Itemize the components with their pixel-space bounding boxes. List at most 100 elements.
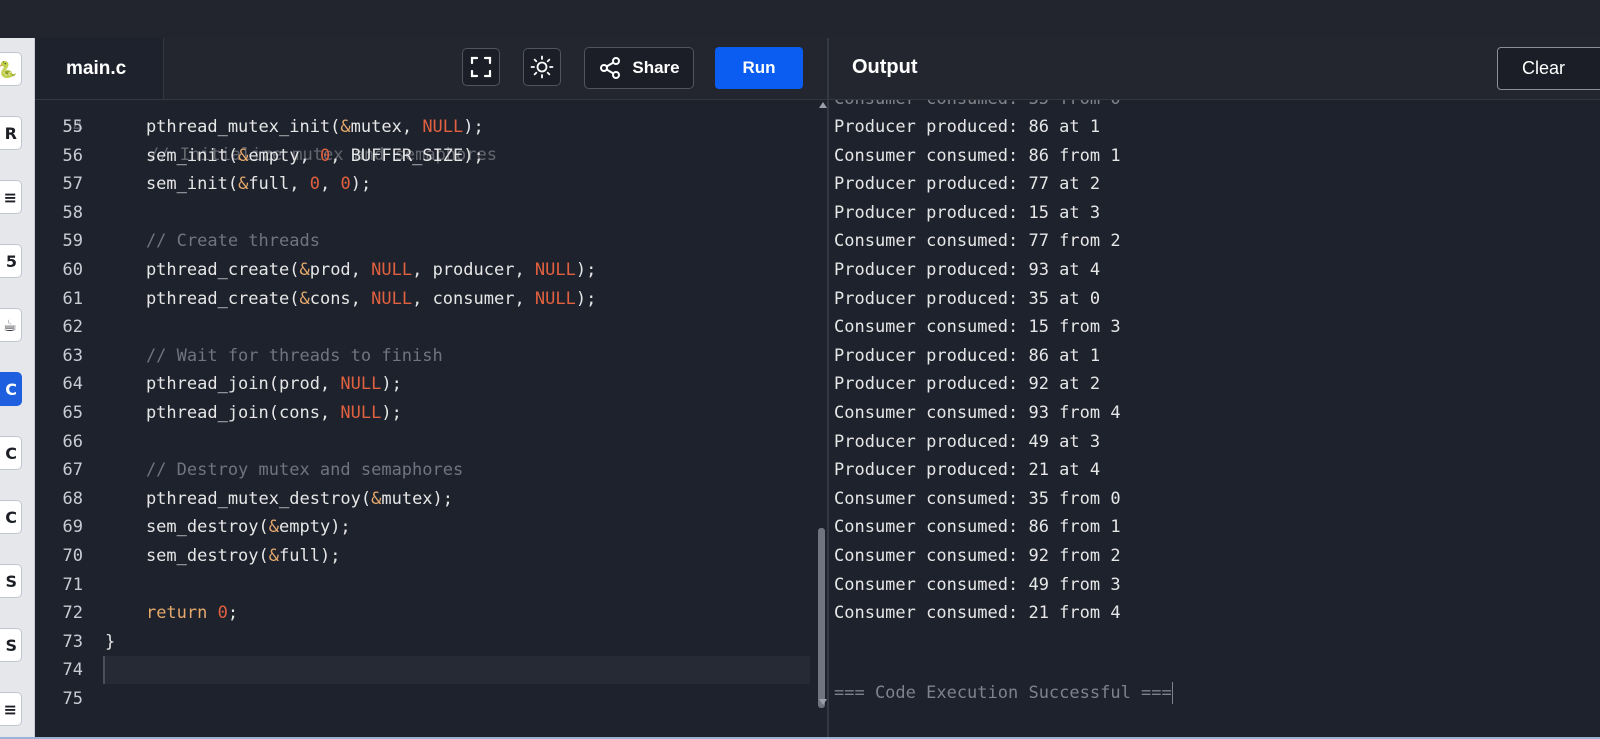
code-token: empty); [279,517,351,538]
code-token: full, [248,174,310,195]
code-token: & [371,488,382,509]
code-line: 64 pthread_join(prod, NULL); [35,370,817,398]
code-token: & [299,260,310,280]
share-icon [600,57,621,79]
code-token: , [319,174,341,195]
code-token: ; [227,603,239,624]
code-line: 74 [35,656,817,685]
js-lang-icon[interactable]: S [0,564,22,598]
share-button[interactable]: Share [584,47,694,89]
code-line: 73} [35,628,817,656]
python-lang-icon[interactable]: 🐍 [0,52,22,86]
code-token: ); [575,260,597,280]
code-editor[interactable]: 54 // Initialize mutex and semaphores 55… [35,100,817,739]
code-token: 0 [309,174,320,195]
code-text: pthread_mutex_destroy(&mutex); [105,485,453,513]
text-caret [1171,682,1173,704]
code-token: & [340,117,351,137]
code-text: pthread_join(cons, NULL); [105,399,402,427]
code-line: 57 sem_init(&full, 0, 0); [35,170,817,198]
line-number: 56 [62,145,83,166]
php-lang-icon[interactable]: ≡ [0,692,22,726]
code-token: ); [381,403,402,423]
editor-scrollbar-thumb[interactable] [818,528,825,708]
line-number: 72 [62,603,83,624]
line-number: 59 [62,231,83,252]
output-line: Producer produced: 86 at 1 [834,345,1101,366]
code-line: 59 // Create threads [35,227,817,255]
window-top-bar [0,0,1600,38]
theme-toggle-button[interactable] [523,48,561,86]
r-lang-icon[interactable]: R [0,116,22,150]
output-line: Producer produced: 93 at 4 [834,260,1101,280]
c-lang-icon[interactable]: C [0,372,22,406]
code-token: & [268,517,280,538]
run-button[interactable]: Run [715,47,803,89]
code-line: 68 pthread_mutex_destroy(&mutex); [35,485,817,513]
line-number: 71 [62,574,83,595]
code-line: 55 pthread_mutex_init(&mutex, NULL); [35,113,817,141]
line-number: 66 [62,431,83,452]
scroll-up-arrow-icon[interactable] [819,102,827,108]
code-token: } [105,631,116,652]
clear-button[interactable]: Clear [1497,47,1600,90]
code-token: & [299,288,310,309]
scroll-down-arrow-icon[interactable] [819,699,827,705]
code-line-partial: 54 // Initialize mutex and semaphores [35,100,817,165]
code-text: // Destroy mutex and semaphores [105,456,463,484]
output-line: Consumer consumed: 86 from 1 [834,145,1121,166]
line-number: 64 [62,374,83,395]
code-token: cons, [309,288,372,309]
code-token: 0 [319,145,331,166]
code-text: // Wait for threads to finish [105,342,443,370]
code-token: NULL [340,403,382,423]
code-token: full); [279,546,341,566]
code-line: 58 [35,199,817,227]
ts-lang-icon[interactable]: S [0,628,22,662]
java-lang-icon[interactable]: ☕ [0,308,22,342]
code-text: // Create threads [105,227,320,255]
csharp-lang-icon[interactable]: C [0,500,22,534]
code-token: sem_destroy( [105,517,269,538]
line-number: 63 [62,345,83,366]
code-token: // Create threads [105,231,320,252]
output-line: Producer produced: 49 at 3 [834,431,1101,452]
code-line: 56 sem_init(&empty, 0, BUFFER_SIZE); [35,142,817,170]
code-token: pthread_mutex_init( [105,117,341,137]
share-button-label: Share [632,58,680,77]
code-text: } [105,628,115,656]
code-token: NULL [534,288,576,309]
code-line: 65 pthread_join(cons, NULL); [35,399,817,427]
code-token: 0 [217,603,228,624]
code-line: 71 [35,571,817,599]
code-token: sem_destroy( [105,546,269,566]
html-lang-icon[interactable]: 5 [0,244,22,278]
code-token: 0 [340,174,351,195]
file-tab-main-c[interactable]: main.c [35,38,164,99]
code-text: sem_destroy(&empty); [105,513,351,541]
code-token: ); [381,374,402,395]
sql-lang-icon[interactable]: ≡ [0,180,22,214]
output-pane: Output Clear Consumer consumed: 35 from … [829,38,1600,739]
code-line: 63 // Wait for threads to finish [35,342,817,370]
code-token: mutex, [350,117,423,137]
output-header: Output Clear [829,38,1600,100]
fullscreen-button[interactable] [462,48,500,86]
editor-pane: main.c Share Run 54 // Initialize mutex … [35,38,827,739]
code-token: NULL [422,117,464,137]
code-line: 75 [35,685,817,713]
code-token: , consumer, [412,288,535,309]
code-token: ); [350,174,372,195]
cpp-lang-icon[interactable]: C [0,436,22,470]
editor-header: main.c Share Run [35,38,827,100]
code-token: mutex); [381,488,454,509]
line-number: 69 [62,517,83,538]
code-text: sem_init(&full, 0, 0); [105,170,371,198]
code-token: pthread_join(prod, [105,374,341,395]
line-number: 58 [62,202,83,223]
output-line: Producer produced: 77 at 2 [834,174,1101,195]
output-line: Consumer consumed: 21 from 4 [834,603,1121,624]
sun-icon [530,55,554,79]
code-token: , producer, [412,260,535,280]
code-token: NULL [534,260,576,280]
